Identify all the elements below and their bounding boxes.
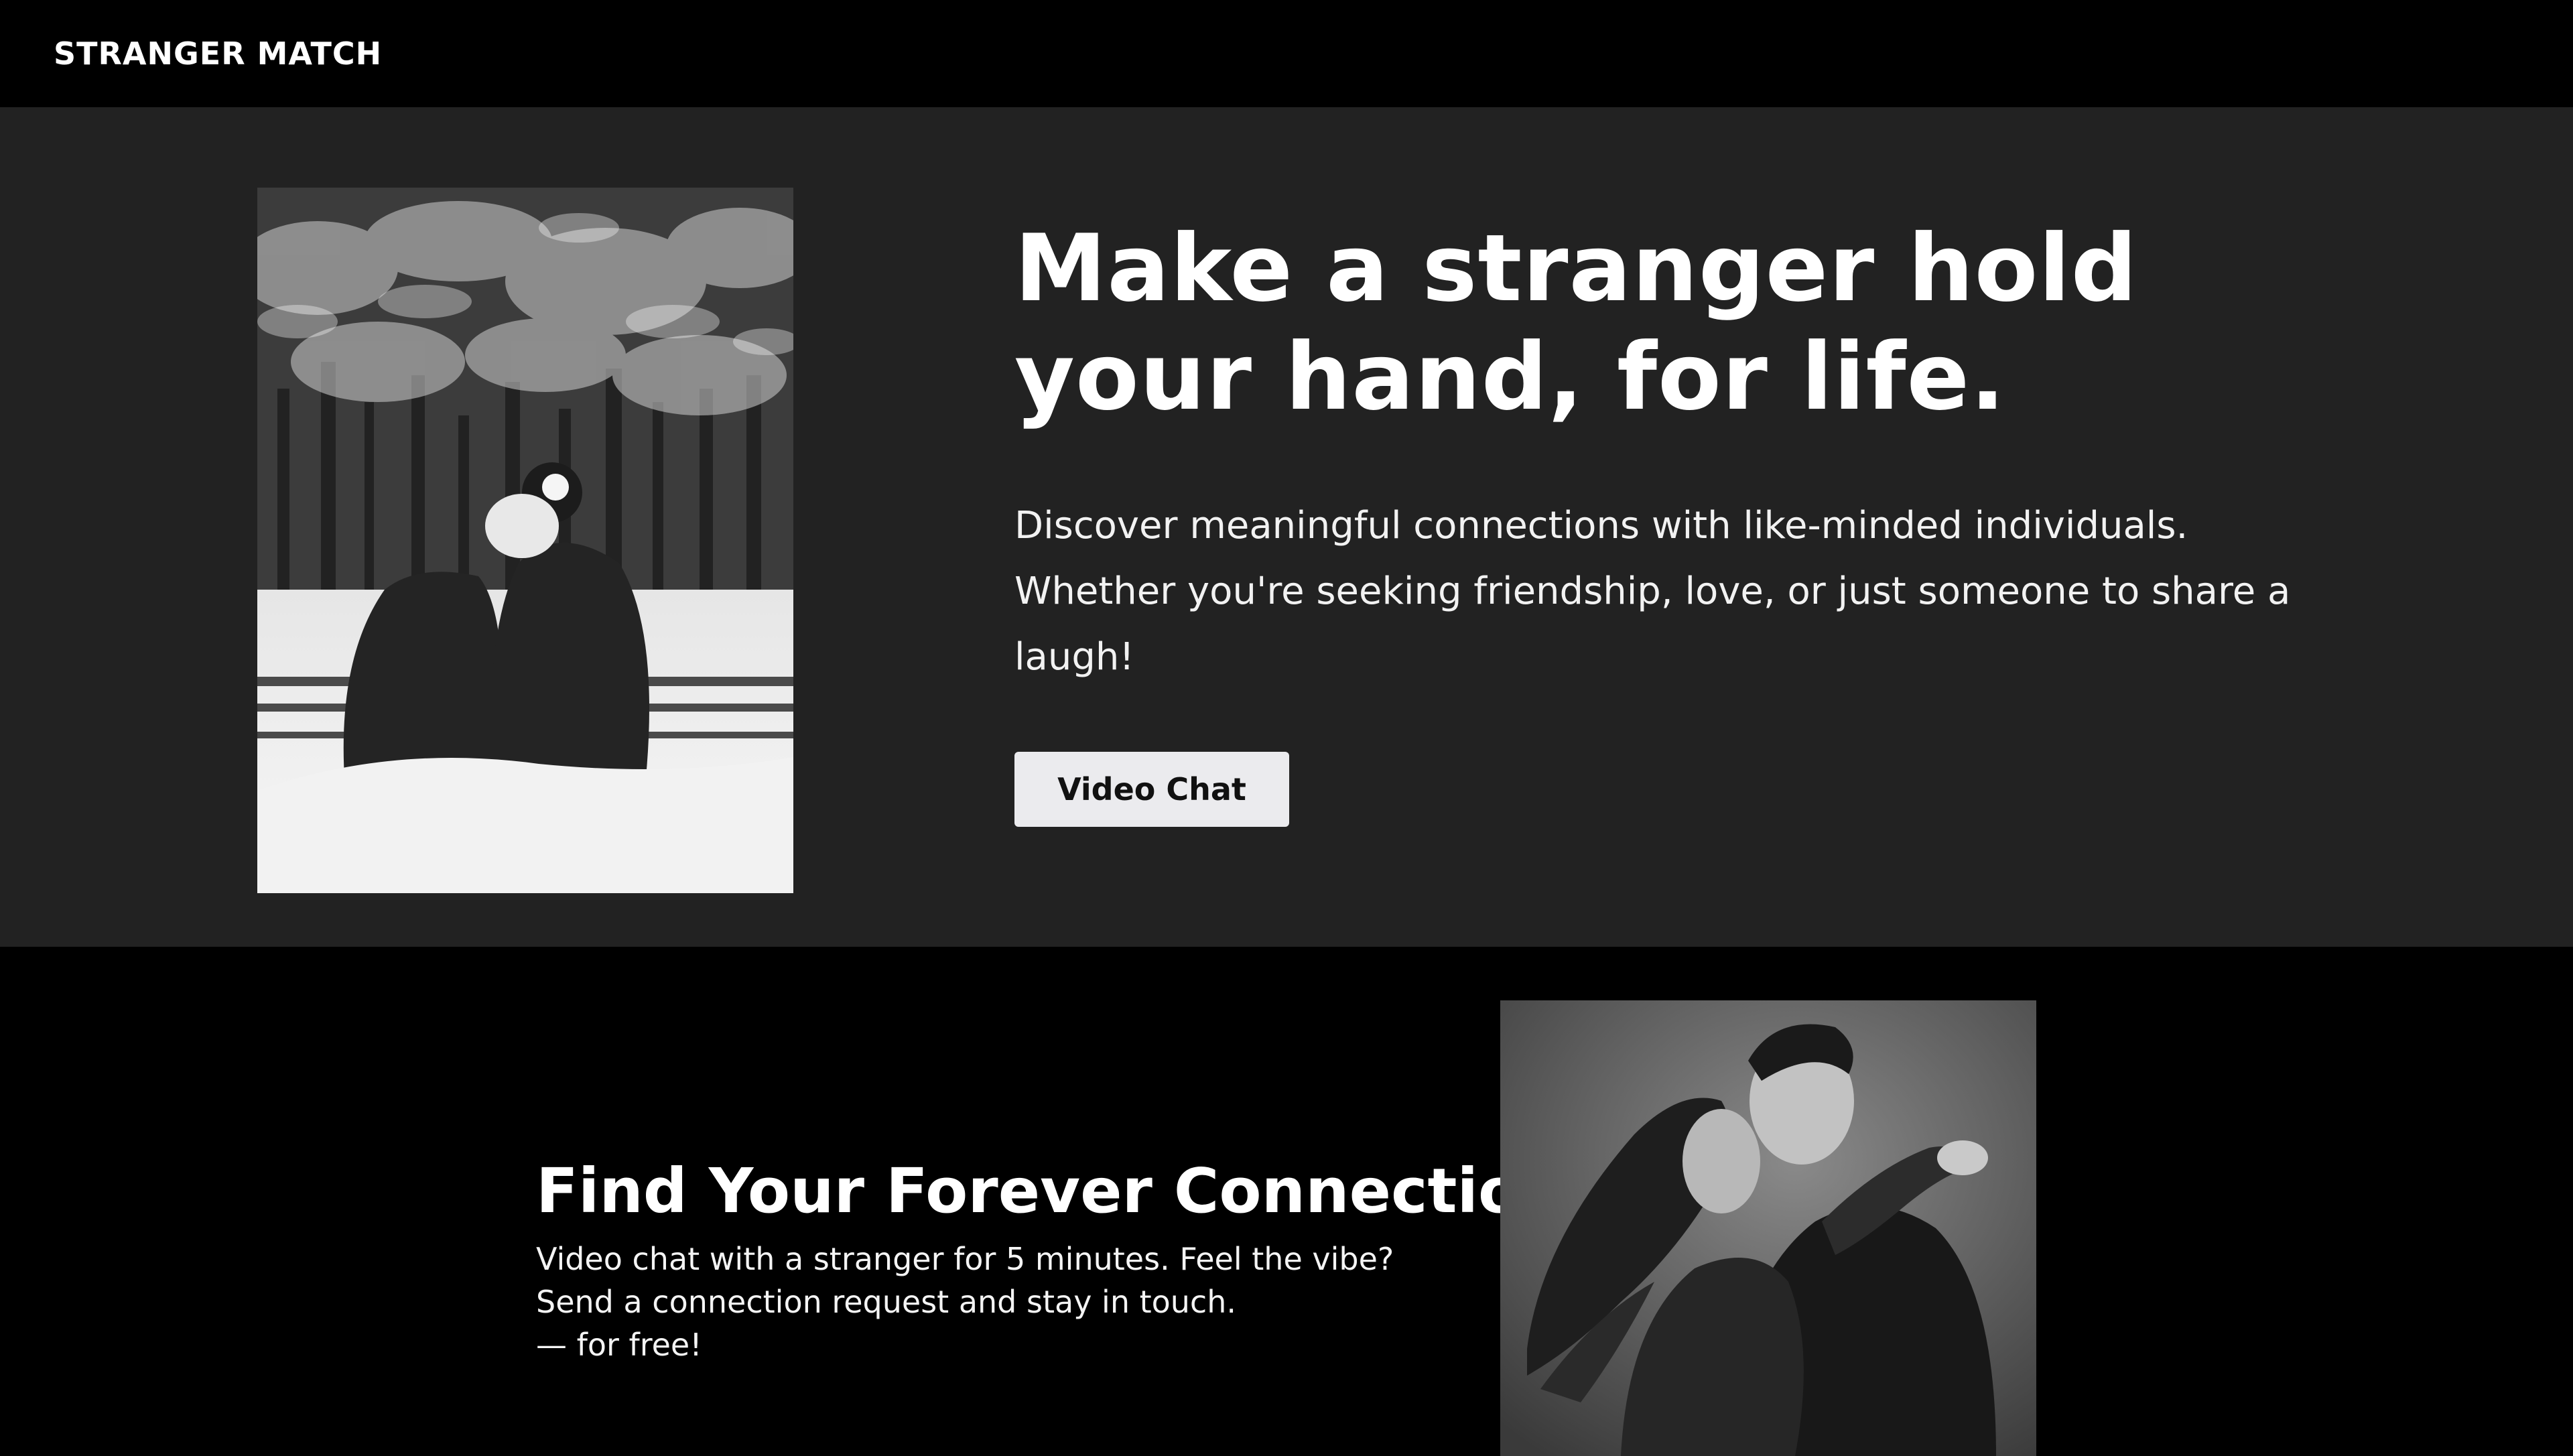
feature-line-2: Send a connection request and stay in to… (536, 1284, 1236, 1320)
top-nav: STRANGER MATCH (0, 0, 2573, 107)
hero-subtitle: Discover meaningful connections with lik… (1014, 504, 2291, 679)
feature-photo-couple-kissing (1500, 1000, 2036, 1456)
feature-copy: Find Your Forever Connection Video chat … (536, 1154, 1565, 1366)
feature-description: Video chat with a stranger for 5 minutes… (536, 1238, 1474, 1366)
hero-copy: Make a stranger hold your hand, for life… (1014, 214, 2422, 827)
feature-line-3: — for free! (536, 1327, 702, 1363)
feature-title: Find Your Forever Connection (536, 1155, 1565, 1227)
hero-title: Make a stranger hold your hand, for life… (1014, 214, 2422, 432)
brand-logo[interactable]: STRANGER MATCH (54, 34, 382, 74)
feature-line-1: Video chat with a stranger for 5 minutes… (536, 1241, 1394, 1277)
hero-title-line-1: Make a stranger hold (1014, 214, 2138, 322)
hero-section: Make a stranger hold your hand, for life… (0, 107, 2573, 947)
hero-title-line-2: your hand, for life. (1014, 323, 2006, 431)
video-chat-button[interactable]: Video Chat (1014, 752, 1289, 827)
hero-photo-couple-in-snow (257, 188, 793, 893)
feature-section: Find Your Forever Connection Video chat … (0, 947, 2573, 1456)
